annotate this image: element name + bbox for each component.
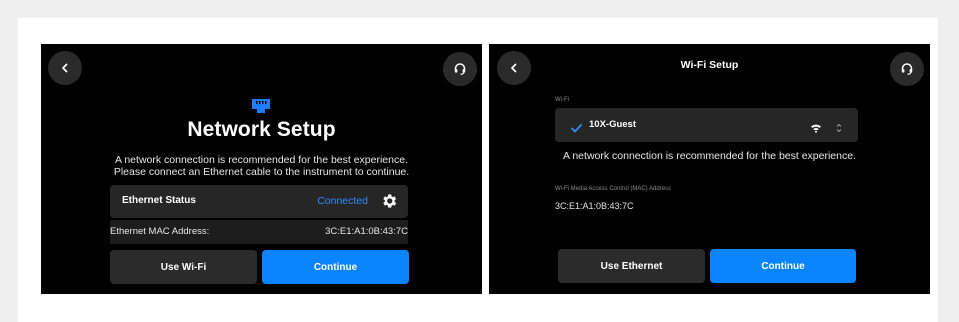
use-wifi-button[interactable]: Use Wi-Fi [110,250,257,284]
network-setup-screen: Network Setup A network connection is re… [41,44,482,294]
wifi-network-select[interactable]: 10X-Guest [555,108,858,142]
page-title: Wi-Fi Setup [680,59,739,71]
description-text: A network connection is recommended for … [563,150,856,162]
ethernet-status-value: Connected [317,195,368,207]
description-line-2: Please connect an Ethernet cable to the … [113,166,410,178]
ethernet-mac-label: Ethernet MAC Address: [110,226,210,237]
back-button[interactable] [48,51,82,85]
description-line-1: A network connection is recommended for … [115,154,408,166]
ethernet-mac-row: Ethernet MAC Address: 3C:E1:A1:0B:43:7C [110,220,408,244]
ethernet-mac-value: 3C:E1:A1:0B:43:7C [325,226,408,237]
use-ethernet-button[interactable]: Use Ethernet [558,249,705,283]
wifi-section-label: Wi-Fi [555,97,569,103]
ethernet-status-label: Ethernet Status [122,195,196,206]
continue-button[interactable]: Continue [710,249,856,283]
support-headset-icon [900,62,914,76]
gear-icon[interactable] [380,192,398,215]
wifi-setup-screen: Wi-Fi Setup Wi-Fi 10X-Guest A network co… [489,44,930,294]
page-title: Network Setup [187,118,336,141]
back-icon [59,62,71,74]
wifi-mac-label: Wi-Fi Media Access Control (MAC) Address [555,186,672,192]
support-button[interactable] [890,52,924,86]
description-text: A network connection is recommended for … [41,154,482,178]
wifi-signal-icon [810,120,822,138]
continue-button[interactable]: Continue [262,250,409,284]
updown-chevron-icon [836,120,842,138]
ethernet-status-row: Ethernet Status Connected [110,185,408,218]
wifi-network-name: 10X-Guest [589,119,636,130]
wifi-mac-value: 3C:E1:A1:0B:43:7C [555,201,634,211]
support-headset-icon [453,62,467,76]
support-button[interactable] [443,52,477,86]
checkmark-icon [571,120,582,138]
ethernet-icon [250,98,272,120]
